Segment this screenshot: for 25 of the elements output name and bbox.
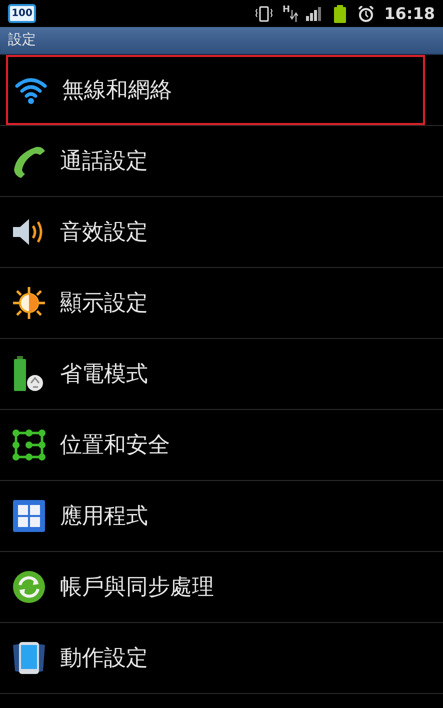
- battery-recycle-icon: [12, 356, 46, 392]
- settings-item[interactable]: 帳戶與同步處理: [0, 552, 443, 623]
- sync-icon: [12, 570, 46, 604]
- wifi-icon: [14, 75, 48, 105]
- screen-title: 設定: [8, 31, 36, 50]
- alarm-clock-icon: [358, 6, 374, 22]
- battery-percent: 100: [12, 8, 32, 18]
- phone-device-icon: [12, 641, 46, 675]
- phone-handset-icon: [12, 144, 46, 178]
- app-grid-icon: [12, 499, 46, 533]
- settings-item[interactable]: 位置和安全: [0, 410, 443, 481]
- dot-pattern-icon: [12, 429, 46, 461]
- battery-icon: [334, 4, 346, 22]
- settings-item[interactable]: 顯示設定: [0, 268, 443, 339]
- sun-icon: [12, 286, 46, 320]
- settings-item[interactable]: 省電模式: [0, 339, 443, 410]
- settings-item[interactable]: 音效設定: [0, 197, 443, 268]
- settings-item[interactable]: 動作設定: [0, 623, 443, 694]
- data-arrows-icon: [290, 10, 298, 22]
- settings-item[interactable]: 通話設定: [0, 126, 443, 197]
- network-type-label: H: [282, 6, 290, 14]
- signal-icon: [306, 6, 322, 20]
- settings-item[interactable]: 應用程式: [0, 481, 443, 552]
- vibrate-icon: [254, 6, 273, 22]
- clock-time: 16:18: [384, 2, 435, 24]
